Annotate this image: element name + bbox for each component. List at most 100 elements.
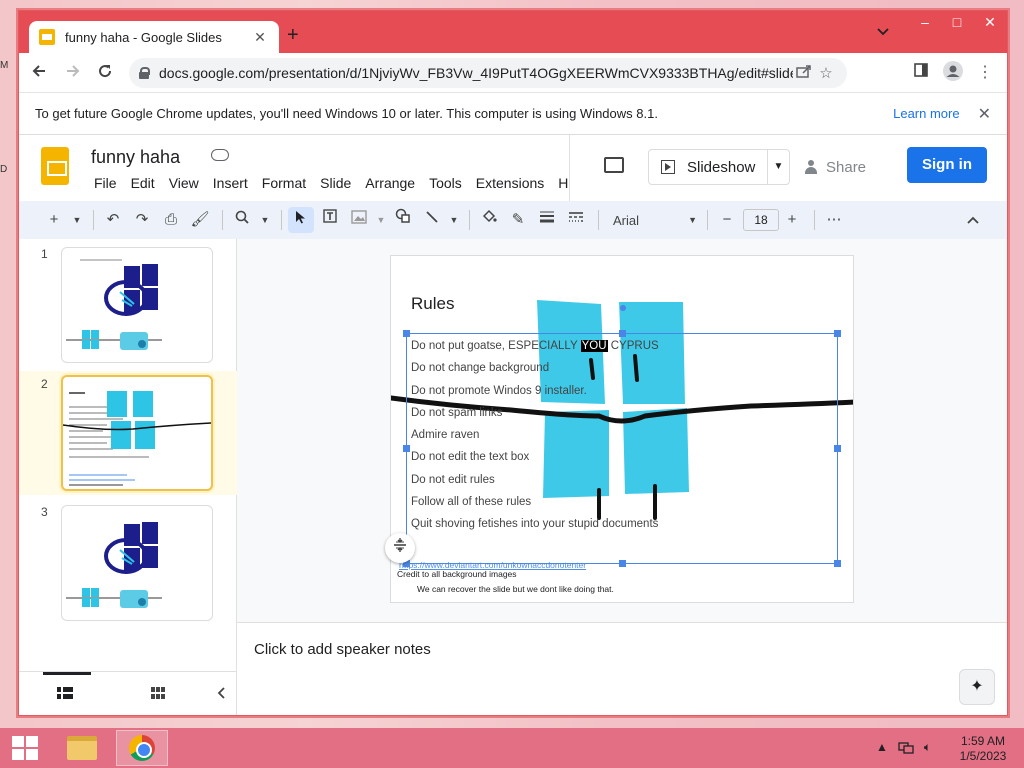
border-weight-icon[interactable] <box>534 207 560 233</box>
line-icon[interactable] <box>419 207 445 233</box>
hide-filmstrip-chevron-icon[interactable] <box>217 686 225 702</box>
print-icon[interactable]: ⎙ <box>158 207 184 233</box>
toolbar-divider <box>814 210 815 230</box>
text-fit-options-icon[interactable] <box>385 533 415 563</box>
resize-handle[interactable] <box>619 560 626 567</box>
slide-number: 3 <box>41 505 48 519</box>
shape-icon[interactable] <box>390 207 416 233</box>
slide-thumbnail-3[interactable] <box>61 505 213 621</box>
sign-in-button[interactable]: Sign in <box>907 147 987 183</box>
reload-icon[interactable] <box>93 61 117 85</box>
new-tab-button[interactable]: + <box>287 25 299 45</box>
current-slide[interactable]: Rules Do not put goatse, ESPECIALLY YOU … <box>390 255 854 603</box>
font-family-select[interactable]: Arial ▼ <box>605 207 701 233</box>
paint-format-icon[interactable]: 🖌︎ <box>187 207 213 233</box>
border-dash-icon[interactable] <box>563 207 589 233</box>
chrome-taskbar-icon[interactable] <box>116 730 168 766</box>
slide-thumbnail-1[interactable] <box>61 247 213 363</box>
menu-file[interactable]: File <box>87 173 124 193</box>
menu-format[interactable]: Format <box>255 173 313 193</box>
font-caret-icon: ▼ <box>688 215 697 225</box>
speaker-notes-placeholder[interactable]: Click to add speaker notes <box>254 641 431 658</box>
menu-arrange[interactable]: Arrange <box>358 173 422 193</box>
menu-tools[interactable]: Tools <box>422 173 469 193</box>
file-explorer-icon[interactable] <box>56 730 108 766</box>
resize-handle[interactable] <box>403 330 410 337</box>
address-bar: docs.google.com/presentation/d/1NjviyWv_… <box>19 53 1007 93</box>
undo-icon[interactable]: ↶ <box>100 207 126 233</box>
kebab-menu-icon[interactable]: ⋮ <box>973 61 997 85</box>
minimize-button[interactable]: – <box>909 11 941 35</box>
speaker-notes[interactable]: Click to add speaker notes ✦ <box>237 623 1007 715</box>
comment-history-icon[interactable] <box>604 157 624 173</box>
slideshow-button[interactable]: Slideshow ▼ <box>648 149 790 185</box>
taskbar-clock[interactable]: 1:59 AM 1/5/2023 <box>955 734 1011 764</box>
resize-handle[interactable] <box>403 445 410 452</box>
back-arrow-icon[interactable] <box>27 61 51 85</box>
menu-edit[interactable]: Edit <box>124 173 162 193</box>
zoom-caret-icon[interactable]: ▼ <box>258 207 272 233</box>
resize-handle[interactable] <box>834 445 841 452</box>
resize-handle[interactable] <box>834 560 841 567</box>
zoom-icon[interactable] <box>229 207 255 233</box>
document-title[interactable]: funny haha <box>91 147 180 168</box>
new-slide-plus-icon[interactable]: + <box>41 207 67 233</box>
url-text[interactable]: docs.google.com/presentation/d/1NjviyWv_… <box>159 65 793 81</box>
desktop-glyph: M <box>0 60 9 71</box>
side-panel-icon[interactable] <box>909 61 933 85</box>
maximize-button[interactable]: □ <box>941 11 973 35</box>
grid-view-icon[interactable] <box>151 686 165 702</box>
slide-canvas: Rules Do not put goatse, ESPECIALLY YOU … <box>237 239 1007 617</box>
border-color-icon[interactable]: ✎ <box>505 207 531 233</box>
insert-image-icon[interactable] <box>346 207 372 233</box>
volume-icon[interactable]: 🔈︎ <box>924 740 931 757</box>
editing-toolbar: + ▼ ↶ ↷ ⎙ 🖌︎ ▼ ▼ ▼ ✎ Arial ▼ − 18 + ⋯ <box>19 201 1007 239</box>
window-close-button[interactable]: ✕ <box>973 11 1007 35</box>
profile-avatar-icon[interactable] <box>941 61 965 85</box>
learn-more-link[interactable]: Learn more <box>893 106 959 121</box>
menu-insert[interactable]: Insert <box>206 173 255 193</box>
new-slide-caret-icon[interactable]: ▼ <box>70 207 84 233</box>
header-actions: Slideshow ▼ Share Sign in <box>569 135 1007 201</box>
more-options-icon[interactable]: ⋯ <box>821 207 847 233</box>
slide-number: 2 <box>41 377 48 391</box>
show-hidden-icons-icon[interactable]: ▲ <box>876 740 888 757</box>
slides-logo-icon[interactable] <box>41 147 69 185</box>
clock-time: 1:59 AM <box>960 734 1006 748</box>
select-cursor-icon[interactable] <box>288 207 314 233</box>
network-icon[interactable] <box>898 740 914 757</box>
fill-color-icon[interactable] <box>476 207 502 233</box>
cloud-status-icon[interactable] <box>211 149 229 161</box>
omnibox[interactable]: docs.google.com/presentation/d/1NjviyWv_… <box>129 58 847 88</box>
forward-arrow-icon[interactable] <box>61 61 85 85</box>
menu-extensions[interactable]: Extensions <box>469 173 551 193</box>
resize-handle[interactable] <box>619 330 626 337</box>
collapse-menus-caret-icon[interactable] <box>967 211 979 227</box>
windows-start-icon[interactable] <box>12 736 38 760</box>
slide-filmstrip: 1 2 3 <box>19 239 237 715</box>
tab-search-chevron-icon[interactable] <box>877 25 889 39</box>
line-caret-icon[interactable]: ▼ <box>448 207 460 233</box>
share-button[interactable]: Share <box>804 149 884 185</box>
increase-font-size-button[interactable]: + <box>779 207 805 233</box>
explore-sparkle-icon[interactable]: ✦ <box>959 669 995 705</box>
font-size-input[interactable]: 18 <box>743 209 779 231</box>
redo-icon[interactable]: ↷ <box>129 207 155 233</box>
share-page-icon[interactable] <box>793 64 815 82</box>
text-box-icon[interactable] <box>317 207 343 233</box>
system-tray: ▲ 🔈︎ <box>876 740 931 757</box>
menu-view[interactable]: View <box>162 173 206 193</box>
slide-thumbnail-2[interactable] <box>61 375 213 491</box>
decrease-font-size-button[interactable]: − <box>714 207 740 233</box>
image-caret-icon[interactable]: ▼ <box>375 207 387 233</box>
browser-tab[interactable]: funny haha - Google Slides ✕ <box>29 21 279 53</box>
infobar-close-icon[interactable]: ✕ <box>978 104 991 124</box>
slideshow-options-caret-icon[interactable]: ▼ <box>767 150 789 184</box>
bookmark-star-icon[interactable]: ☆ <box>815 64 837 82</box>
filmstrip-view-icon[interactable] <box>57 686 73 702</box>
resize-handle[interactable] <box>834 330 841 337</box>
tab-close-icon[interactable]: ✕ <box>251 29 269 46</box>
menu-slide[interactable]: Slide <box>313 173 358 193</box>
lock-icon[interactable] <box>139 67 150 79</box>
windows-taskbar: ▲ 🔈︎ 1:59 AM 1/5/2023 <box>0 728 1024 768</box>
